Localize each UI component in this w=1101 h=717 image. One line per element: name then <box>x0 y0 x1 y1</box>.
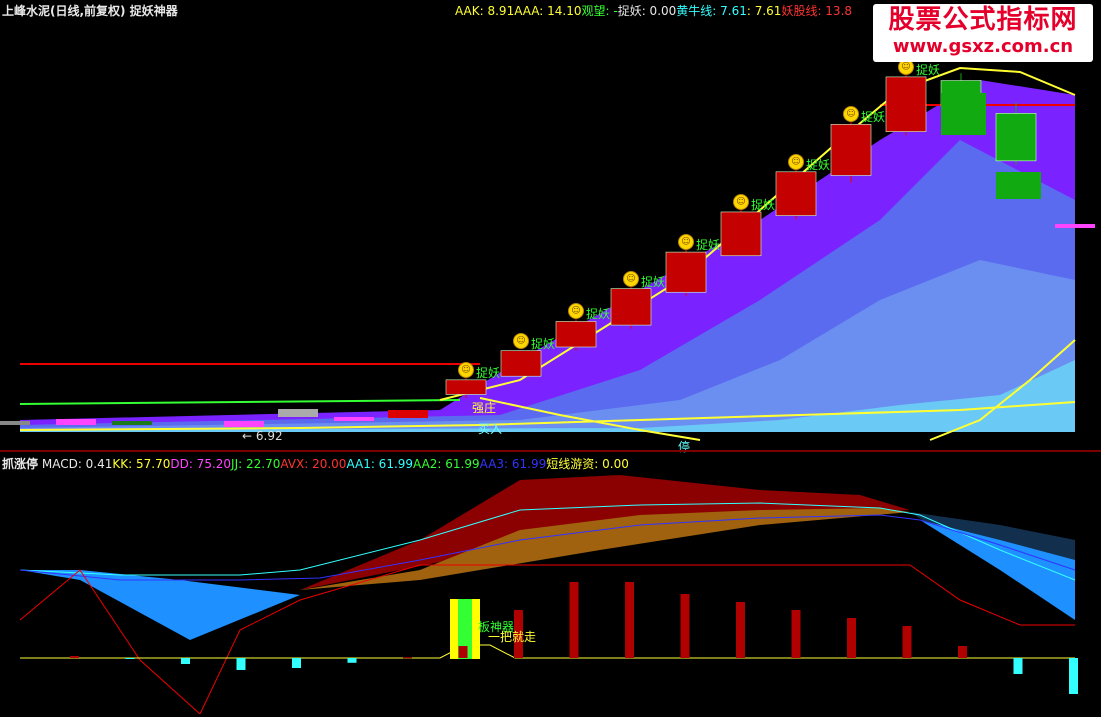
sub-indicator: 短线游资: 0.00 <box>546 457 629 471</box>
green-support-line <box>19 399 461 405</box>
sub-indicator: AA2: 61.99 <box>413 457 480 471</box>
up-candle[interactable] <box>830 124 872 176</box>
main-price-chart[interactable]: 强庄 买入 ← 6.92 停 ☺ 捉妖 ☺ 捉妖 ☺ 捉妖 ☺ 捉妖 ☺ 捉妖 ☺ 捉妖 ☺ 捉妖 ☺ 捉妖 ☺… <box>0 0 1101 454</box>
main-indicator: 黄牛线: 7.61 <box>676 4 747 18</box>
macd-negative-bar <box>236 658 246 670</box>
macd-positive-bar <box>625 582 634 658</box>
sub-indicator-values: MACD: 0.41KK: 57.70DD: 75.20JJ: 22.70AVX… <box>42 457 629 471</box>
low-price-annotation: ← 6.92 <box>242 429 283 443</box>
flat-block <box>0 421 30 425</box>
up-candle[interactable] <box>665 251 707 293</box>
macd-positive-bar <box>736 602 745 658</box>
macd-negative-bar <box>1013 658 1023 674</box>
sub-indicator: AA1: 61.99 <box>346 457 414 471</box>
up-candle[interactable] <box>720 211 762 257</box>
macd-positive-bar <box>70 656 79 658</box>
flat-block <box>388 410 428 418</box>
flat-block <box>56 419 96 425</box>
watermark-url: www.gsxz.com.cn <box>892 36 1074 57</box>
macd-positive-bar <box>847 618 856 658</box>
smile-icon: ☺ <box>733 193 749 210</box>
flat-block <box>278 409 318 417</box>
green-candle[interactable] <box>941 93 986 135</box>
macd-negative-bar <box>181 658 190 664</box>
smile-icon: ☺ <box>678 234 694 251</box>
main-indicator: AAA: 14.10 <box>514 4 582 18</box>
capture-label: 捉妖 <box>916 62 941 77</box>
sub-panel-title: 抓涨停 <box>2 457 39 471</box>
up-candle[interactable] <box>885 76 927 132</box>
flat-block <box>334 417 374 421</box>
sub-chart-svg <box>19 475 1078 715</box>
macd-positive-bar <box>569 582 579 658</box>
main-indicator: AAK: 8.91 <box>455 4 515 18</box>
flat-block <box>224 421 264 427</box>
capture-label: 捉妖 <box>751 197 776 212</box>
main-panel-header: 上峰水泥(日线,前复权) 捉妖神器 AAK: 8.91AAA: 14.10观望:… <box>0 2 852 20</box>
sub-indicator: AVX: 20.00 <box>280 457 347 471</box>
smile-icon: ☺ <box>513 332 529 349</box>
macd-negative-bar <box>292 658 301 668</box>
up-candle[interactable] <box>610 288 652 326</box>
panel-divider[interactable] <box>0 450 1101 452</box>
capture-label: 捉妖 <box>531 336 556 351</box>
main-indicator: 观望: - <box>581 4 618 18</box>
macd-positive-bar <box>680 594 690 658</box>
macd-negative-bar <box>347 658 357 663</box>
capture-label: 捉妖 <box>696 238 721 253</box>
smile-icon: ☺ <box>623 270 639 287</box>
up-candle[interactable] <box>500 350 542 377</box>
stock-annotation-strong: 强庄 <box>472 401 497 415</box>
macd-positive-bar <box>791 610 801 658</box>
macd-positive-bar <box>403 657 412 659</box>
sub-indicator: JJ: 22.70 <box>231 457 281 471</box>
smile-icon: ☺ <box>788 153 804 170</box>
flat-block <box>1055 224 1095 228</box>
buy-annotation: 买入 <box>478 422 503 436</box>
sub-indicator-chart[interactable]: 板神器 一把就走 <box>0 470 1101 715</box>
stop-annotation: 停 <box>678 440 691 454</box>
capture-label: 捉妖 <box>586 307 611 322</box>
macd-orange-area <box>300 508 910 590</box>
sub-indicator: KK: 57.70 <box>112 457 171 471</box>
watermark-logo: 股票公式指标网 www.gsxz.com.cn <box>873 4 1093 62</box>
capture-label: 捉妖 <box>861 110 886 125</box>
main-panel-title: 上峰水泥(日线,前复权) 捉妖神器 <box>2 4 178 18</box>
sub-indicator: MACD: 0.41 <box>41 457 113 471</box>
watermark-title: 股票公式指标网 <box>888 5 1078 35</box>
main-indicator: 捉妖: 0.00 <box>617 4 677 18</box>
capture-label: 捉妖 <box>476 365 501 380</box>
sub-indicator: AA3: 61.99 <box>479 457 547 471</box>
macd-positive-bar <box>958 646 967 658</box>
up-candle[interactable] <box>555 321 597 348</box>
up-candle[interactable] <box>775 171 817 216</box>
capture-label: 捉妖 <box>641 274 666 289</box>
smile-icon: ☺ <box>458 361 474 378</box>
green-candle[interactable] <box>996 172 1041 199</box>
down-candle[interactable] <box>995 113 1037 162</box>
short-line <box>20 644 1075 659</box>
main-indicator: : 7.61 <box>746 4 782 18</box>
macd-positive-bar <box>902 626 912 658</box>
capture-label: 捉妖 <box>806 157 831 172</box>
macd-positive-bar <box>458 646 468 658</box>
up-candle[interactable] <box>445 379 487 395</box>
flat-block <box>112 421 152 425</box>
macd-negative-bar <box>1069 658 1078 694</box>
limit-up-grab-label: 一把就走 <box>488 630 537 644</box>
sub-indicator: DD: 75.20 <box>170 457 232 471</box>
main-indicator: 妖股线: 13.8 <box>781 4 853 18</box>
macd-negative-bar <box>125 658 135 659</box>
main-indicator-values: AAK: 8.91AAA: 14.10观望: -捉妖: 0.00黄牛线: 7.6… <box>455 2 852 20</box>
